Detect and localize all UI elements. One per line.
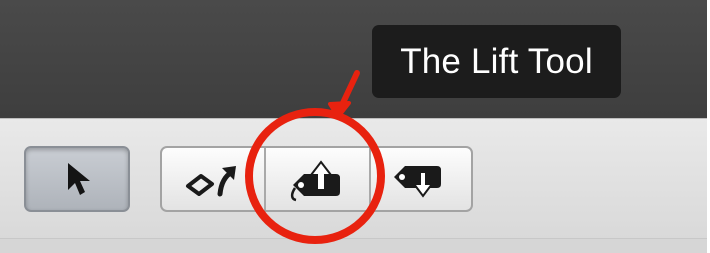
app-window: The Lift Tool [0,0,710,253]
content-area-edge [0,238,707,253]
stamp-tool-icon [394,166,441,198]
lift-tool-button[interactable] [266,148,371,210]
stamp-tool-button[interactable] [371,148,471,210]
lift-tool-icon [290,160,340,202]
edit-tools-group [160,146,473,212]
rotate-icon [186,166,236,197]
tooltip: The Lift Tool [372,25,621,98]
rotate-tool-button[interactable] [162,148,266,210]
select-tool-button[interactable] [24,146,130,212]
pointer-arrow-icon [68,163,90,195]
